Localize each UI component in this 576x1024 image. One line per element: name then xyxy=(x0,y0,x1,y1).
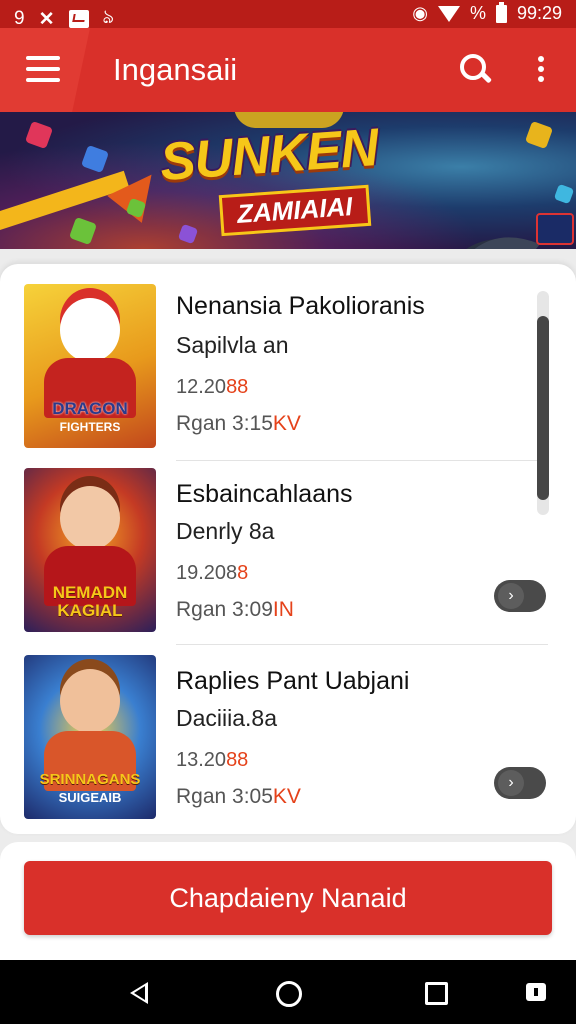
battery-icon xyxy=(495,1,507,23)
game-number: 12.2088 xyxy=(176,376,249,398)
game-number: 13.2088 xyxy=(176,749,249,771)
more-vertical-icon[interactable] xyxy=(536,56,546,86)
status-bar: 9 ✕ ঌ ◉ % 99:29 xyxy=(0,0,576,30)
play-toggle[interactable]: › xyxy=(494,580,546,612)
hamburger-icon[interactable] xyxy=(26,56,60,82)
mail-icon xyxy=(68,10,89,28)
game-meta: Rgan 3:09IN xyxy=(176,598,294,621)
game-thumbnail: SRINNAGANS SUIGEAIB xyxy=(24,655,156,819)
play-arrow-icon: › xyxy=(498,583,524,609)
back-triangle-icon[interactable] xyxy=(130,982,148,1004)
thumbnail-caption-2: SUIGEAIB xyxy=(58,790,122,805)
game-title: Raplies Pant Uabjani xyxy=(176,667,410,695)
status-time: 99:29 xyxy=(516,3,562,23)
game-number: 19.2088 xyxy=(176,562,249,584)
app-title: Ingansaii xyxy=(113,52,238,87)
status-left-text: 9 xyxy=(14,8,25,29)
wifi-icon xyxy=(437,5,460,22)
thumbnail-caption-2: FIGHTERS xyxy=(59,420,121,434)
home-circle-icon[interactable] xyxy=(276,981,302,1007)
game-title: Esbaincahlaans xyxy=(176,480,353,508)
status-percent: % xyxy=(469,3,486,23)
thumbnail-caption: DRAGON xyxy=(52,399,128,418)
play-arrow-icon: › xyxy=(498,770,524,796)
system-nav-bar xyxy=(0,960,576,1024)
game-meta: Rgan 3:05KV xyxy=(176,785,301,808)
game-thumbnail: DRAGON FIGHTERS xyxy=(24,284,156,448)
primary-action-button[interactable]: Chapdaieny Nanaid xyxy=(24,861,552,935)
list-item[interactable]: SRINNAGANS SUIGEAIB Raplies Pant Uabjani… xyxy=(0,655,548,825)
thumbnail-caption: NEMADN xyxy=(52,583,128,602)
list-item[interactable]: DRAGON FIGHTERS Nenansia Pakolioranis Sa… xyxy=(0,284,548,460)
list-divider xyxy=(176,460,548,461)
game-title: Nenansia Pakolioranis xyxy=(176,292,425,320)
list-scrollbar-thumb[interactable] xyxy=(537,316,549,500)
game-thumbnail: NEMADN KAGIAL xyxy=(24,468,156,632)
game-subtitle: Sapilvla an xyxy=(176,332,289,358)
list-divider xyxy=(176,644,548,645)
play-toggle[interactable]: › xyxy=(494,767,546,799)
keyboard-switch-icon[interactable] xyxy=(526,983,546,1001)
banner-badge-icon xyxy=(536,213,574,245)
search-icon[interactable] xyxy=(460,54,493,86)
thumbnail-caption: SRINNAGANS xyxy=(39,771,141,788)
thumbnail-caption-2: KAGIAL xyxy=(57,601,123,620)
app-bar: Ingansaii xyxy=(0,28,576,112)
game-subtitle: Daciiia.8a xyxy=(176,705,277,731)
promo-banner[interactable]: SUNKEN ZAMIAIAI xyxy=(0,112,576,249)
game-meta: Rgan 3:15KV xyxy=(176,412,301,435)
alarm-icon: ◉ xyxy=(412,3,428,23)
game-subtitle: Denrly 8a xyxy=(176,518,275,544)
recents-square-icon[interactable] xyxy=(425,982,448,1005)
list-item[interactable]: NEMADN KAGIAL Esbaincahlaans Denrly 8a 1… xyxy=(0,468,548,644)
